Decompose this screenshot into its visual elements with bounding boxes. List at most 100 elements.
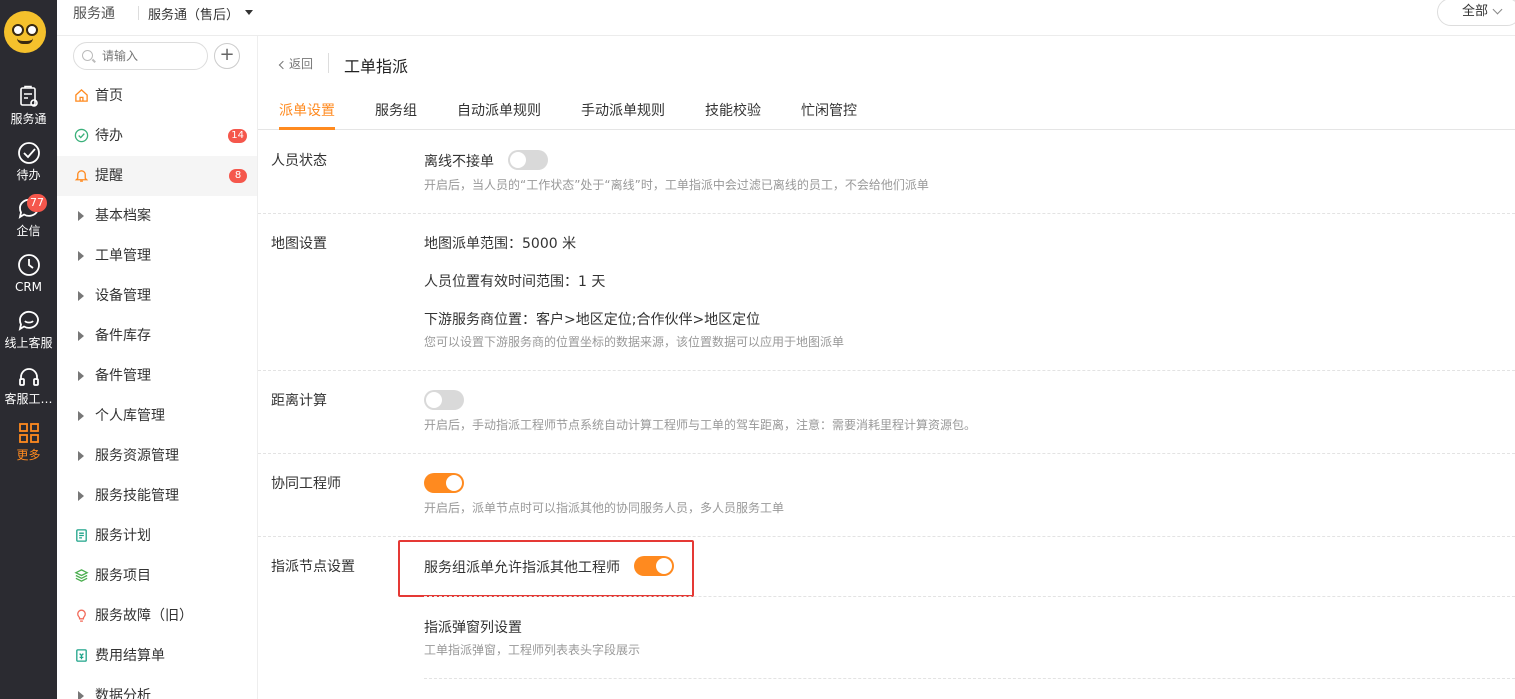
sidebar-item-label: 工单管理 <box>95 248 151 264</box>
switch-knob <box>426 392 442 408</box>
switch-knob <box>446 475 462 491</box>
sidebar-item-label: 待办 <box>95 128 123 144</box>
app-rail: 服务通 待办 77 企信 CRM 线上客服 客服工… 更多 <box>0 0 57 699</box>
search-box[interactable] <box>73 42 208 70</box>
tab-skill-check[interactable]: 技能校验 <box>705 100 761 120</box>
scope-selector[interactable]: 全部 <box>1437 0 1515 26</box>
section-label-staff-status: 人员状态 <box>271 153 327 169</box>
app-name: 服务通 <box>73 6 115 22</box>
top-bar: 服务通 服务通（售后） 全部 <box>57 0 1515 36</box>
tab-dispatch-settings[interactable]: 派单设置 <box>279 100 335 120</box>
tab-busy-idle-control[interactable]: 忙闲管控 <box>801 100 857 120</box>
section-label-assign-node: 指派节点设置 <box>271 559 355 575</box>
caret-right-icon <box>78 371 84 381</box>
back-button[interactable]: 返回 <box>278 55 314 72</box>
add-button[interactable]: + <box>214 43 240 69</box>
caret-right-icon <box>78 251 84 261</box>
app-logo <box>4 11 46 53</box>
sidebar-item-reminder[interactable]: 提醒 8 <box>57 156 257 196</box>
sidebar-item-spare-stock[interactable]: 备件库存 <box>57 316 257 356</box>
rail-item-agent-workbench[interactable]: 客服工… <box>0 364 57 420</box>
map-dispatch-range[interactable]: 地图派单范围：5000 米 <box>424 233 576 253</box>
distance-calc-switch[interactable] <box>424 390 464 410</box>
rail-item-more[interactable]: 更多 <box>0 420 57 476</box>
caret-right-icon <box>78 211 84 221</box>
caret-down-icon[interactable] <box>245 10 253 15</box>
coop-hint: 开启后，派单节点时可以指派其他的协同服务人员，多人员服务工单 <box>424 501 785 515</box>
sidebar-item-label: 备件管理 <box>95 368 151 384</box>
rail-item-online-service[interactable]: 线上客服 <box>0 308 57 364</box>
sidebar-item-data-analysis[interactable]: 数据分析 <box>57 676 257 699</box>
location-valid-time[interactable]: 人员位置有效时间范围：1 天 <box>424 271 605 291</box>
sidebar-item-spare-management[interactable]: 备件管理 <box>57 356 257 396</box>
layers-icon <box>74 569 89 582</box>
caret-right-icon <box>78 691 84 699</box>
rail-label: 企信 <box>16 224 41 238</box>
rail-label: 服务通 <box>10 112 47 126</box>
module-selector[interactable]: 服务通（售后） <box>148 4 239 23</box>
bell-icon <box>74 170 89 182</box>
sidebar-item-service-fault[interactable]: 服务故障（旧） <box>57 596 257 636</box>
tab-auto-dispatch-rules[interactable]: 自动派单规则 <box>457 100 541 120</box>
divider <box>258 536 1515 537</box>
sidebar-item-service-resource[interactable]: 服务资源管理 <box>57 436 257 476</box>
sidebar-item-device-management[interactable]: 设备管理 <box>57 276 257 316</box>
popup-column-settings[interactable]: 指派弹窗列设置 <box>424 617 522 637</box>
sidebar-item-basic-archive[interactable]: 基本档案 <box>57 196 257 236</box>
chevron-left-icon <box>278 60 288 70</box>
headset-icon <box>18 368 39 386</box>
rail-label: CRM <box>14 280 43 294</box>
sidebar-item-label: 备件库存 <box>95 328 151 344</box>
list-doc-icon <box>76 529 87 542</box>
bulb-icon <box>77 609 86 622</box>
sidebar-item-ticket-management[interactable]: 工单管理 <box>57 236 257 276</box>
switch-knob <box>656 558 672 574</box>
rail-label: 客服工… <box>4 392 53 406</box>
rail-label: 待办 <box>16 168 41 182</box>
divider <box>424 596 1515 597</box>
divider <box>424 678 1515 679</box>
tab-manual-dispatch-rules[interactable]: 手动派单规则 <box>581 100 665 120</box>
search-input[interactable] <box>102 47 202 65</box>
divider <box>328 53 329 73</box>
sidebar-item-service-plan[interactable]: 服务计划 <box>57 516 257 556</box>
sidebar-item-label: 基本档案 <box>95 208 151 224</box>
divider <box>258 213 1515 214</box>
sidebar-item-service-item[interactable]: 服务项目 <box>57 556 257 596</box>
sidebar-item-label: 设备管理 <box>95 288 151 304</box>
reminder-badge: 8 <box>229 169 247 183</box>
sidebar-item-expense[interactable]: 费用结算单 <box>57 636 257 676</box>
home-icon <box>75 88 88 102</box>
distance-hint: 开启后，手动指派工程师节点系统自动计算工程师与工单的驾车距离，注意：需要消耗里程… <box>424 418 977 432</box>
sidebar-item-service-skill[interactable]: 服务技能管理 <box>57 476 257 516</box>
caret-right-icon <box>78 331 84 341</box>
back-label: 返回 <box>289 57 314 71</box>
tab-service-group[interactable]: 服务组 <box>375 100 417 120</box>
main-content: 返回 工单指派 派单设置 服务组 自动派单规则 手动派单规则 技能校验 忙闲管控… <box>258 36 1515 699</box>
rail-label: 更多 <box>16 448 41 462</box>
sidebar-item-label: 个人库管理 <box>95 408 165 424</box>
offline-no-order-switch[interactable] <box>508 150 548 170</box>
rail-item-crm[interactable]: CRM <box>0 252 57 308</box>
scope-label: 全部 <box>1462 4 1489 19</box>
switch-knob <box>510 152 526 168</box>
downstream-location[interactable]: 下游服务商位置：客户>地区定位;合作伙伴>地区定位 <box>424 309 760 329</box>
offline-no-order-label: 离线不接单 <box>424 154 494 170</box>
sidebar-item-personal-stock[interactable]: 个人库管理 <box>57 396 257 436</box>
rail-item-todo[interactable]: 待办 <box>0 140 57 196</box>
page-title: 工单指派 <box>344 57 409 76</box>
tab-bar: 派单设置 服务组 自动派单规则 手动派单规则 技能校验 忙闲管控 <box>258 90 1515 130</box>
sidebar-item-label: 首页 <box>95 88 123 104</box>
group-assign-other-switch[interactable] <box>634 556 674 576</box>
sidebar-item-home[interactable]: 首页 <box>57 76 257 116</box>
chat-smile-icon <box>18 310 39 331</box>
sidebar-item-todo[interactable]: 待办 14 <box>57 116 257 156</box>
rail-item-service[interactable]: 服务通 <box>0 84 57 140</box>
rail-item-chat[interactable]: 77 企信 <box>0 194 57 252</box>
coop-engineer-switch[interactable] <box>424 473 464 493</box>
clipboard-gear-icon <box>19 85 38 107</box>
divider <box>138 6 139 20</box>
sidebar-item-label: 服务故障（旧） <box>95 608 193 624</box>
divider <box>258 370 1515 371</box>
section-label-coop-engineer: 协同工程师 <box>271 476 341 492</box>
